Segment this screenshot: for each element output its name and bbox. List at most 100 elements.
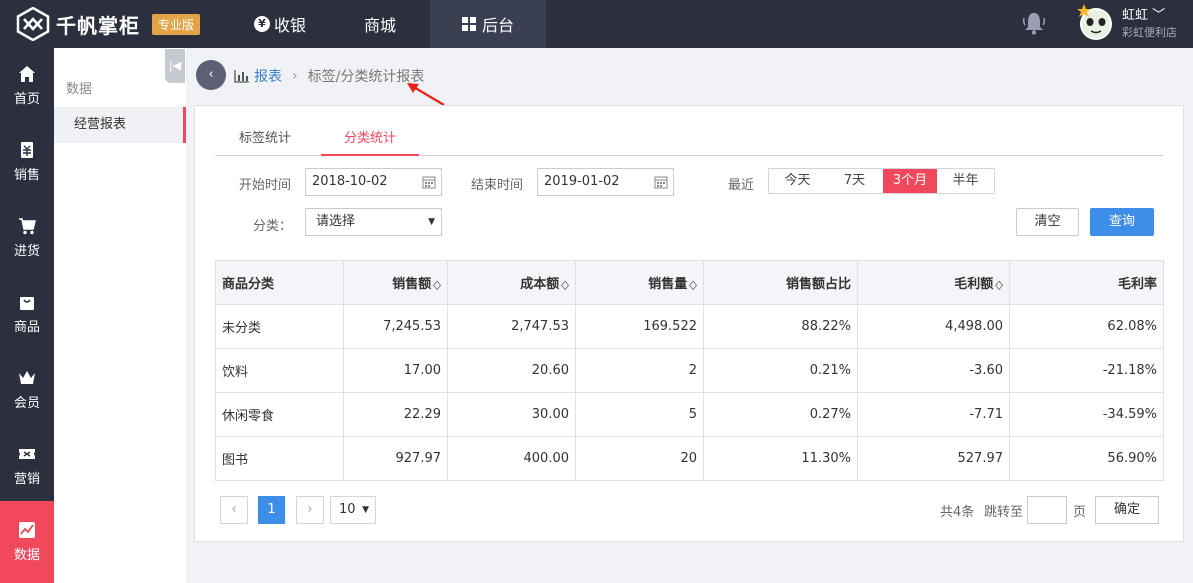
- jump-page-input[interactable]: [1027, 496, 1067, 524]
- column-header-label: 销售额: [392, 277, 432, 292]
- back-button[interactable]: ‹: [196, 60, 226, 90]
- table-cell: 未分类: [215, 304, 344, 349]
- column-header-cost-amount[interactable]: 成本额 ◇: [447, 260, 576, 305]
- sidebar-item-members[interactable]: 会员: [0, 352, 54, 428]
- table-cell: 927.97: [343, 436, 448, 481]
- nav-cashier-label: 收银: [273, 16, 306, 35]
- table-cell: 400.00: [447, 436, 576, 481]
- next-page-button[interactable]: ›: [296, 496, 324, 524]
- recent-range-selector: 今天 7天 3个月 半年: [768, 168, 995, 194]
- sidebar-item-label: 销售: [13, 168, 40, 183]
- column-header-sales-amount[interactable]: 销售额 ◇: [343, 260, 448, 305]
- page-size-value: 10: [339, 502, 356, 517]
- top-nav: ¥ 收银 商城 后台: [230, 0, 546, 48]
- end-date-label: 结束时间: [471, 178, 524, 193]
- table-row: 饮料 17.00 20.60 2 0.21% -3.60 -21.18%: [215, 348, 1164, 393]
- tab-category-stats[interactable]: 分类统计: [321, 128, 419, 156]
- page-scrollbar[interactable]: [1186, 48, 1193, 583]
- range-halfyear-button[interactable]: 半年: [937, 169, 994, 193]
- sidebar-item-marketing[interactable]: 营销: [0, 428, 54, 504]
- collapse-sidebar-button[interactable]: |◀: [165, 49, 185, 83]
- tab-tag-stats[interactable]: 标签统计: [215, 128, 315, 156]
- crown-icon: [19, 371, 35, 384]
- nav-admin[interactable]: 后台: [430, 0, 546, 48]
- grid-icon: [461, 17, 476, 31]
- sidebar-item-home[interactable]: 首页: [0, 48, 54, 124]
- home-icon: [19, 66, 35, 82]
- sidebar-item-label: 数据: [13, 548, 40, 563]
- caret-down-icon: ▼: [428, 217, 435, 227]
- table-cell: -21.18%: [1009, 348, 1164, 393]
- end-date-input[interactable]: 2019-01-02: [537, 168, 674, 196]
- logo[interactable]: 千帆掌柜 专业版: [16, 6, 201, 42]
- table-cell: 0.21%: [703, 348, 858, 393]
- top-bar: 千帆掌柜 专业版 ¥ 收银 商城 后台 虹虹 ﹀ 彩虹便利店: [0, 0, 1193, 48]
- subnav-item-business-report[interactable]: 经营报表: [54, 107, 186, 143]
- cart-icon: [19, 218, 36, 235]
- table-cell: 4,498.00: [857, 304, 1010, 349]
- table-cell: 30.00: [447, 392, 576, 437]
- page-unit-label: 页: [1073, 505, 1087, 520]
- range-7days-button[interactable]: 7天: [826, 169, 883, 193]
- start-date-value: 2018-10-02: [312, 174, 388, 189]
- range-today-button[interactable]: 今天: [769, 169, 826, 193]
- table-cell: 527.97: [857, 436, 1010, 481]
- sidebar-item-label: 进货: [13, 244, 40, 259]
- calendar-icon: [422, 176, 436, 189]
- page-number-button[interactable]: 1: [258, 496, 285, 524]
- sidebar-item-label: 首页: [13, 92, 40, 107]
- column-header-label: 销售额占比: [785, 277, 851, 292]
- sidebar-item-label: 商品: [13, 320, 40, 335]
- table-cell: 20.60: [447, 348, 576, 393]
- sidebar-item-data[interactable]: 数据: [0, 501, 54, 583]
- nav-mall[interactable]: 商城: [330, 0, 430, 48]
- sidebar-item-label: 会员: [13, 396, 40, 411]
- ticket-icon: [19, 449, 35, 459]
- column-header-label: 毛利额: [954, 277, 994, 292]
- table-cell: 2,747.53: [447, 304, 576, 349]
- page-size-select[interactable]: 10 ▼: [330, 496, 376, 524]
- start-date-input[interactable]: 2018-10-02: [305, 168, 442, 196]
- logo-icon: [16, 7, 50, 41]
- calendar-icon: [654, 176, 668, 189]
- sidebar-item-sales[interactable]: 销售: [0, 124, 54, 200]
- column-header-sales-share: 销售额占比: [703, 260, 858, 305]
- table-cell: 62.08%: [1009, 304, 1164, 349]
- collapse-icon: |◀: [168, 59, 182, 72]
- breadcrumb-link-reports[interactable]: 报表: [254, 66, 282, 86]
- column-header-label: 成本额: [520, 277, 560, 292]
- sidebar-item-label: 营销: [13, 472, 40, 487]
- column-header-gross-margin: 毛利率: [1009, 260, 1164, 305]
- table-cell: 11.30%: [703, 436, 858, 481]
- table-cell: 0.27%: [703, 392, 858, 437]
- chevron-right-icon: ›: [307, 502, 313, 517]
- table-header-row: 商品分类 销售额 ◇ 成本额 ◇ 销售量 ◇ 销售额占比 毛利额 ◇ 毛利率: [215, 260, 1164, 305]
- column-header-sales-qty[interactable]: 销售量 ◇: [575, 260, 704, 305]
- sub-sidebar: 数据 经营报表: [54, 48, 186, 583]
- nav-mall-label: 商城: [363, 16, 396, 35]
- shop-name: 彩虹便利店: [1122, 26, 1177, 39]
- prev-page-button[interactable]: ‹: [220, 496, 248, 524]
- range-3months-button[interactable]: 3个月: [883, 169, 937, 193]
- nav-cashier[interactable]: ¥ 收银: [230, 0, 330, 48]
- column-header-label: 销售量: [648, 277, 688, 292]
- category-select[interactable]: 请选择 ▼: [305, 208, 442, 236]
- avatar[interactable]: [1076, 2, 1114, 42]
- brand-name: 千帆掌柜: [56, 13, 140, 38]
- clear-button[interactable]: 清空: [1016, 208, 1079, 236]
- query-button[interactable]: 查询: [1090, 208, 1154, 236]
- sales-icon: [21, 142, 33, 158]
- table-cell: 7,245.53: [343, 304, 448, 349]
- bell-icon[interactable]: [1021, 10, 1047, 36]
- sidebar-item-products[interactable]: 商品: [0, 276, 54, 352]
- column-header-gross-profit[interactable]: 毛利额 ◇: [857, 260, 1010, 305]
- main-sidebar: 首页 销售 进货 商品 会员 营销 数据: [0, 48, 54, 583]
- edition-badge: 专业版: [152, 13, 201, 35]
- yuan-coin-icon: ¥: [253, 16, 270, 32]
- confirm-jump-button[interactable]: 确定: [1095, 496, 1159, 524]
- table-row: 休闲零食 22.29 30.00 5 0.27% -7.71 -34.59%: [215, 392, 1164, 437]
- sidebar-item-purchase[interactable]: 进货: [0, 200, 54, 276]
- table-cell: 休闲零食: [215, 392, 344, 437]
- caret-down-icon: ▼: [362, 505, 369, 515]
- user-name[interactable]: 虹虹 ﹀: [1122, 4, 1165, 23]
